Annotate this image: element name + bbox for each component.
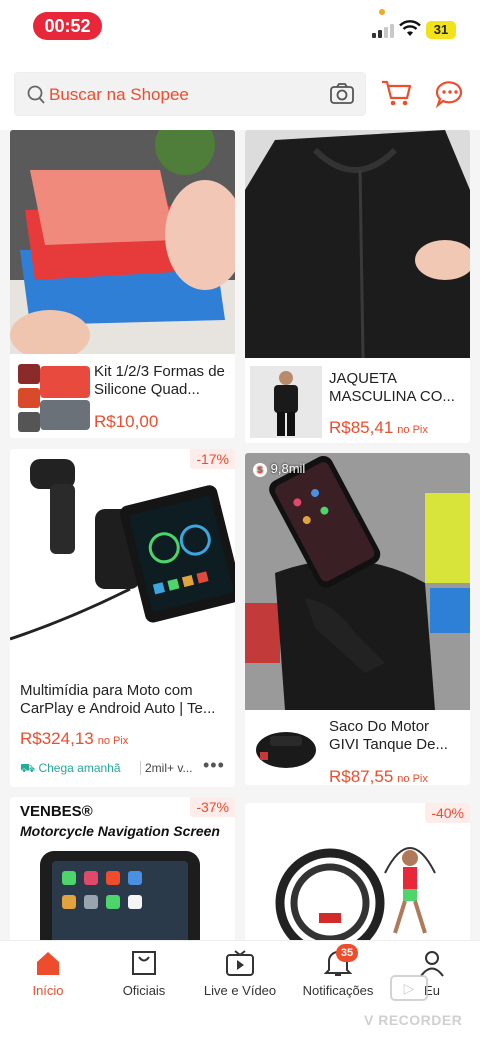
banner-text: Motorcycle Navigation Screen [20,823,220,839]
status-bar: 00:52 31 [0,0,480,56]
nav-item-live-video[interactable]: Live e Vídeo [196,941,284,1011]
variant-thumbnail-grey [40,400,90,430]
product-image [10,130,235,354]
variant-thumbnail-red [40,366,90,398]
product-price: R$87,55 no Pix [329,767,428,785]
nav-item-label: Notificações [302,983,374,998]
shopping-bag-icon [132,951,156,975]
clock: 00:52 [33,12,102,40]
discount-badge: -37% [190,797,235,817]
wifi-icon [399,20,421,36]
recorder-watermark: V RECORDER [364,1012,463,1028]
camera-icon[interactable] [329,82,355,106]
product-title: Saco Do Motor GIVI Tanque De... [329,718,448,753]
variant-thumbnails [18,364,40,436]
product-image [10,845,235,940]
product-price: R$10,00 [94,412,159,431]
sold-count: 2mil+ v... [140,761,192,775]
signal-icon [372,22,394,38]
product-image [245,823,470,940]
nav-item-label: Oficiais [122,983,166,998]
search-icon [27,85,45,104]
app-header: Buscar na Shopee [0,56,480,130]
product-thumbnail [250,718,322,776]
product-title: Multimídia para Moto com CarPlay e Andro… [20,682,216,717]
video-icon: S [253,463,267,477]
nav-item-oficiais[interactable]: Oficiais [104,941,184,1011]
video-views-badge: S 9,8mil [253,461,305,477]
cart-icon[interactable] [380,78,412,108]
floating-cast-icon[interactable]: ▷ [390,975,428,1001]
notification-badge: 35 [336,944,358,962]
product-image [245,453,470,710]
discount-badge: -40% [425,803,470,823]
profile-icon [420,951,444,977]
chat-icon[interactable] [434,78,468,108]
more-options-icon[interactable]: ••• [203,755,225,776]
product-image [10,449,235,671]
product-card[interactable]: VENBES® Motorcycle Navigation Screen -37… [10,797,235,940]
delivery-info: ⛟ Chega amanhã [20,761,121,775]
product-card[interactable]: -17% Multimídia para Moto com CarPlay e … [10,449,235,787]
nav-item-notificacoes[interactable]: 35 Notificações [294,941,382,1011]
tv-play-icon [226,950,254,976]
product-card[interactable]: S 9,8mil Saco Do Motor GIVI Tanque De...… [245,453,470,785]
nav-item-label: Início [32,983,64,998]
search-bar[interactable]: Buscar na Shopee [14,72,366,116]
product-image [245,130,470,358]
nav-item-label: Live e Vídeo [203,983,277,998]
home-icon [37,952,59,975]
battery-indicator: 31 [426,21,456,39]
product-card[interactable]: -40% [245,803,470,940]
discount-badge: -17% [190,449,235,469]
brand-name: VENBES® [20,803,93,820]
product-feed[interactable]: Kit 1/2/3 Formas de Silicone Quad... R$1… [0,130,480,940]
search-placeholder: Buscar na Shopee [49,85,189,104]
truck-icon: ⛟ [20,761,36,775]
product-title: JAQUETA MASCULINA CO... [329,370,455,405]
nav-item-inicio[interactable]: Início [8,941,88,1011]
product-card[interactable]: Kit 1/2/3 Formas de Silicone Quad... R$1… [10,130,235,438]
model-thumbnail [250,366,322,438]
product-card[interactable]: JAQUETA MASCULINA CO... R$85,41 no Pix [245,130,470,443]
product-price: R$324,13 no Pix [20,729,129,748]
privacy-dot [379,9,385,15]
product-title: Kit 1/2/3 Formas de Silicone Quad... [94,363,225,398]
product-price: R$85,41 no Pix [329,418,428,437]
